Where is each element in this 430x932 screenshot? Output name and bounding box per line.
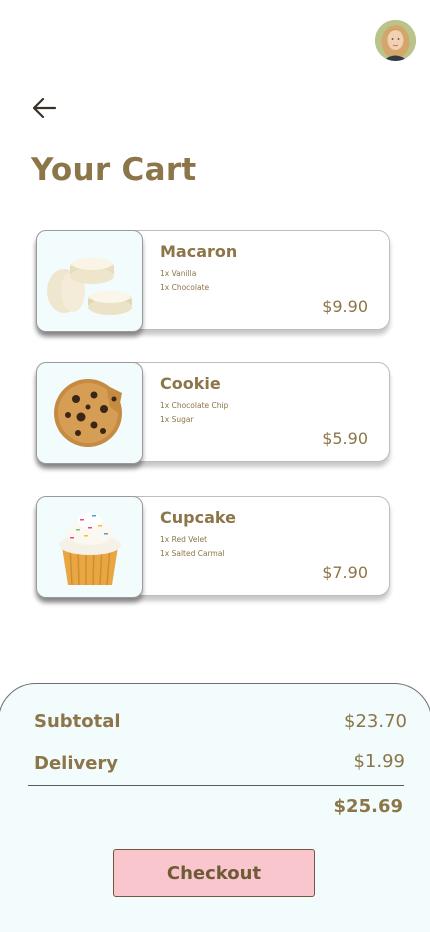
checkout-button[interactable]: Checkout [113,849,315,897]
item-name: Macaron [160,242,238,261]
cart-item[interactable]: Cupcake 1x Red Velet 1x Salted Carmal $7… [36,496,390,598]
subtotal-label: Subtotal [34,711,121,732]
cupcake-image [36,496,143,598]
item-option: 1x Vanilla [160,269,197,278]
item-option: 1x Sugar [160,415,194,424]
cart-item[interactable]: Cookie 1x Chocolate Chip 1x Sugar $5.90 [36,362,390,464]
divider [28,785,404,786]
item-option: 1x Red Velet [160,535,208,544]
avatar[interactable] [375,20,416,61]
arrow-left-icon [30,96,58,125]
item-name: Cupcake [160,508,236,527]
macaron-image [36,230,143,332]
item-option: 1x Salted Carmal [160,549,225,558]
cookie-image [36,362,143,464]
item-option: 1x Chocolate Chip [160,401,229,410]
page-title: Your Cart [31,152,197,188]
back-button[interactable] [28,94,60,126]
total-value: $25.69 [333,796,403,817]
cart-item[interactable]: Macaron 1x Vanilla 1x Chocolate $9.90 [36,230,390,332]
subtotal-value: $23.70 [344,711,407,732]
item-price: $5.90 [322,429,368,448]
order-summary: Subtotal $23.70 Delivery $1.99 $25.69 Ch… [0,683,430,932]
delivery-label: Delivery [34,753,119,774]
item-price: $7.90 [322,563,368,582]
delivery-value: $1.99 [353,751,405,772]
item-name: Cookie [160,374,221,393]
item-option: 1x Chocolate [160,283,210,292]
item-price: $9.90 [322,297,368,316]
